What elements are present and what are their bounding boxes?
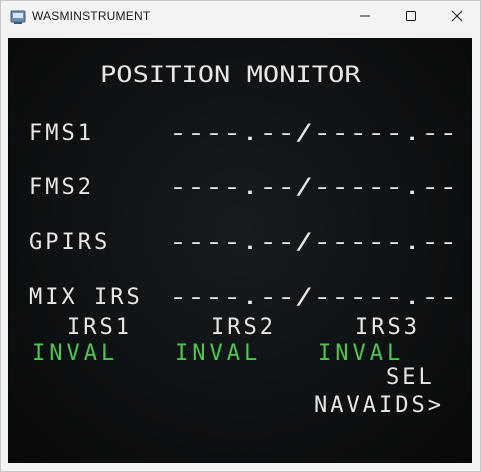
close-button[interactable] xyxy=(434,1,480,32)
row-label-gpirs: GPIRS xyxy=(29,230,111,255)
navaids-button[interactable]: NAVAIDS> xyxy=(314,393,444,419)
row-value-fms1: ----.--/-----.-- xyxy=(169,121,458,146)
minimize-button[interactable] xyxy=(342,1,388,32)
irs1-header: IRS1 xyxy=(67,315,132,340)
close-icon xyxy=(451,7,463,26)
app-window: WASMINSTRUMENT POSITION MONITOR FMS1 ---… xyxy=(0,0,481,472)
title-bar[interactable]: WASMINSTRUMENT xyxy=(1,1,480,32)
page-title: POSITION MONITOR xyxy=(100,63,361,88)
app-icon xyxy=(10,9,26,25)
window-title: WASMINSTRUMENT xyxy=(32,9,151,23)
maximize-button[interactable] xyxy=(388,1,434,32)
irs3-header: IRS3 xyxy=(355,315,420,340)
minimize-icon xyxy=(359,7,371,26)
row-value-fms2: ----.--/-----.-- xyxy=(169,175,458,200)
irs1-status: INVAL xyxy=(32,341,119,366)
row-label-fms2: FMS2 xyxy=(29,175,94,200)
maximize-icon xyxy=(405,7,417,26)
row-value-mix-irs: ----.--/-----.-- xyxy=(169,285,458,310)
row-value-gpirs: ----.--/-----.-- xyxy=(169,230,458,255)
irs3-status: INVAL xyxy=(318,341,405,366)
cdu-screen: POSITION MONITOR FMS1 ----.--/-----.-- F… xyxy=(8,38,472,463)
sel-label: SEL xyxy=(386,365,435,390)
row-label-fms1: FMS1 xyxy=(29,121,94,146)
irs2-header: IRS2 xyxy=(211,315,276,340)
irs2-status: INVAL xyxy=(175,341,262,366)
row-label-mix-irs: MIX IRS xyxy=(29,285,143,310)
